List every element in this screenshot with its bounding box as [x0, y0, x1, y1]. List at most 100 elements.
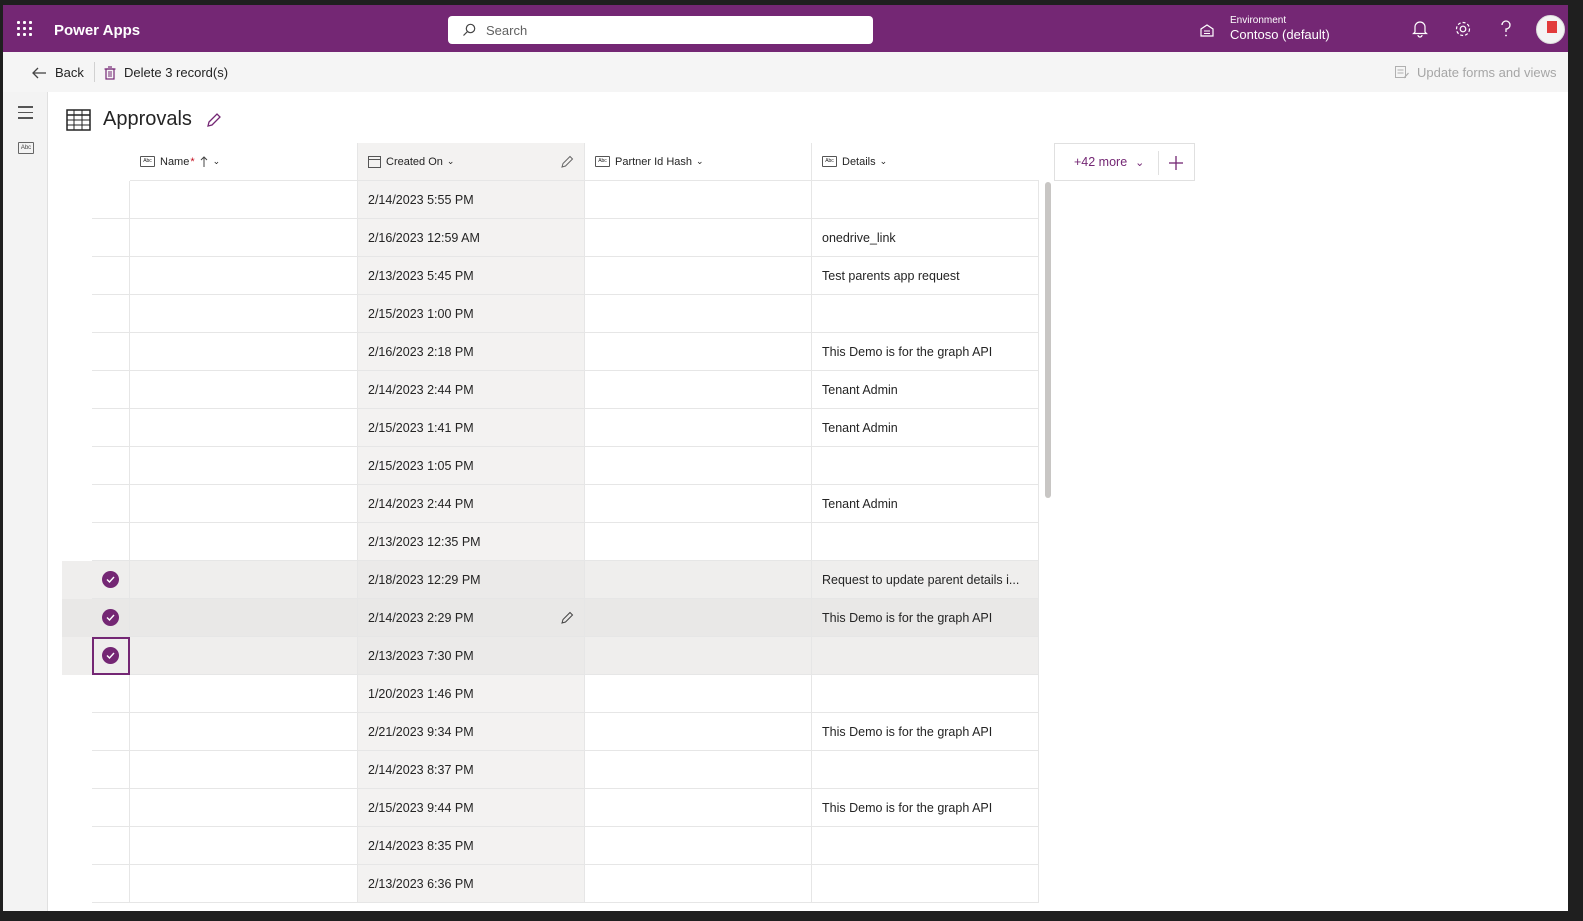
created-on-cell[interactable]: 2/14/2023 2:44 PM [358, 371, 585, 409]
table-row[interactable]: 2/13/2023 12:35 PM [62, 523, 1039, 561]
help-icon[interactable] [1500, 20, 1512, 38]
details-cell[interactable]: This Demo is for the graph API [812, 713, 1039, 751]
name-cell[interactable] [130, 447, 358, 485]
row-checkbox[interactable] [92, 675, 130, 713]
row-checkbox[interactable] [92, 447, 130, 485]
name-cell[interactable] [130, 827, 358, 865]
column-header-created-on[interactable]: Created On ⌄ [358, 143, 585, 181]
details-cell[interactable]: onedrive_link [812, 219, 1039, 257]
name-cell[interactable] [130, 181, 358, 219]
name-cell[interactable] [130, 599, 358, 637]
edit-column-icon[interactable] [561, 155, 574, 168]
more-columns-button[interactable]: +42 more ⌄ [1054, 143, 1195, 181]
table-row[interactable]: 2/15/2023 9:44 PM This Demo is for the gr… [62, 789, 1039, 827]
row-checkbox[interactable] [92, 257, 130, 295]
gear-icon[interactable] [1454, 20, 1472, 38]
partner-id-hash-cell[interactable] [585, 865, 812, 903]
details-cell[interactable]: This Demo is for the graph API [812, 333, 1039, 371]
created-on-cell[interactable]: 2/14/2023 2:29 PM [358, 599, 585, 637]
table-row[interactable]: 2/15/2023 1:05 PM [62, 447, 1039, 485]
table-row[interactable]: 1/20/2023 1:46 PM [62, 675, 1039, 713]
name-cell[interactable] [130, 789, 358, 827]
partner-id-hash-cell[interactable] [585, 257, 812, 295]
partner-id-hash-cell[interactable] [585, 409, 812, 447]
partner-id-hash-cell[interactable] [585, 637, 812, 675]
partner-id-hash-cell[interactable] [585, 333, 812, 371]
table-row[interactable]: 2/16/2023 2:18 PM This Demo is for the gr… [62, 333, 1039, 371]
table-row[interactable]: 2/21/2023 9:34 PM This Demo is for the gr… [62, 713, 1039, 751]
created-on-cell[interactable]: 2/16/2023 2:18 PM [358, 333, 585, 371]
table-row[interactable]: 2/14/2023 8:35 PM [62, 827, 1039, 865]
details-cell[interactable]: Test parents app request [812, 257, 1039, 295]
row-checkbox[interactable] [92, 409, 130, 447]
created-on-cell[interactable]: 2/15/2023 1:41 PM [358, 409, 585, 447]
app-name[interactable]: Power Apps [54, 22, 140, 39]
name-cell[interactable] [130, 333, 358, 371]
row-checkbox[interactable] [92, 181, 130, 219]
details-cell[interactable] [812, 827, 1039, 865]
table-row[interactable]: 2/13/2023 5:45 PM Test parents app reques… [62, 257, 1039, 295]
name-cell[interactable] [130, 295, 358, 333]
partner-id-hash-cell[interactable] [585, 485, 812, 523]
table-row[interactable]: 2/15/2023 1:41 PM Tenant Admin [62, 409, 1039, 447]
details-cell[interactable] [812, 447, 1039, 485]
partner-id-hash-cell[interactable] [585, 295, 812, 333]
details-cell[interactable] [812, 295, 1039, 333]
details-cell[interactable]: Tenant Admin [812, 409, 1039, 447]
environment-icon[interactable] [1199, 22, 1215, 38]
details-cell[interactable] [812, 523, 1039, 561]
row-checkbox[interactable] [92, 789, 130, 827]
column-header-partner-id-hash[interactable]: Abc Partner Id Hash ⌄ [585, 143, 812, 181]
hamburger-menu-icon[interactable] [18, 106, 33, 123]
row-checkbox[interactable] [92, 599, 130, 637]
row-checkbox[interactable] [92, 523, 130, 561]
details-cell[interactable] [812, 865, 1039, 903]
table-row[interactable]: 2/13/2023 7:30 PM [62, 637, 1039, 675]
created-on-cell[interactable]: 1/20/2023 1:46 PM [358, 675, 585, 713]
created-on-cell[interactable]: 2/21/2023 9:34 PM [358, 713, 585, 751]
avatar[interactable] [1536, 15, 1565, 44]
details-cell[interactable] [812, 637, 1039, 675]
created-on-cell[interactable]: 2/13/2023 5:45 PM [358, 257, 585, 295]
name-cell[interactable] [130, 675, 358, 713]
edit-cell-icon[interactable] [561, 611, 574, 624]
name-cell[interactable] [130, 523, 358, 561]
details-cell[interactable]: Tenant Admin [812, 485, 1039, 523]
text-column-icon[interactable]: Abc [18, 142, 34, 154]
name-cell[interactable] [130, 371, 358, 409]
column-header-details[interactable]: Abc Details ⌄ [812, 143, 1039, 181]
partner-id-hash-cell[interactable] [585, 751, 812, 789]
partner-id-hash-cell[interactable] [585, 561, 812, 599]
row-checkbox[interactable] [92, 637, 130, 675]
created-on-cell[interactable]: 2/15/2023 1:00 PM [358, 295, 585, 333]
partner-id-hash-cell[interactable] [585, 447, 812, 485]
name-cell[interactable] [130, 751, 358, 789]
created-on-cell[interactable]: 2/14/2023 5:55 PM [358, 181, 585, 219]
created-on-cell[interactable]: 2/14/2023 2:44 PM [358, 485, 585, 523]
details-cell[interactable]: This Demo is for the graph API [812, 599, 1039, 637]
name-cell[interactable] [130, 713, 358, 751]
created-on-cell[interactable]: 2/18/2023 12:29 PM [358, 561, 585, 599]
partner-id-hash-cell[interactable] [585, 713, 812, 751]
details-cell[interactable]: This Demo is for the graph API [812, 789, 1039, 827]
details-cell[interactable]: Request to update parent details i... [812, 561, 1039, 599]
add-column-icon[interactable] [1169, 156, 1183, 170]
name-cell[interactable] [130, 561, 358, 599]
table-row[interactable]: 2/18/2023 12:29 PM Request to update pare… [62, 561, 1039, 599]
search-input[interactable]: Search [448, 16, 873, 44]
row-checkbox[interactable] [92, 485, 130, 523]
partner-id-hash-cell[interactable] [585, 371, 812, 409]
row-checkbox[interactable] [92, 865, 130, 903]
environment-picker[interactable]: Environment Contoso (default) [1230, 14, 1330, 42]
created-on-cell[interactable]: 2/13/2023 7:30 PM [358, 637, 585, 675]
created-on-cell[interactable]: 2/16/2023 12:59 AM [358, 219, 585, 257]
created-on-cell[interactable]: 2/14/2023 8:37 PM [358, 751, 585, 789]
name-cell[interactable] [130, 219, 358, 257]
created-on-cell[interactable]: 2/14/2023 8:35 PM [358, 827, 585, 865]
name-cell[interactable] [130, 637, 358, 675]
row-checkbox[interactable] [92, 371, 130, 409]
vertical-scrollbar[interactable] [1045, 182, 1051, 498]
table-row[interactable]: 2/13/2023 6:36 PM [62, 865, 1039, 903]
table-row[interactable]: 2/15/2023 1:00 PM [62, 295, 1039, 333]
created-on-cell[interactable]: 2/15/2023 1:05 PM [358, 447, 585, 485]
